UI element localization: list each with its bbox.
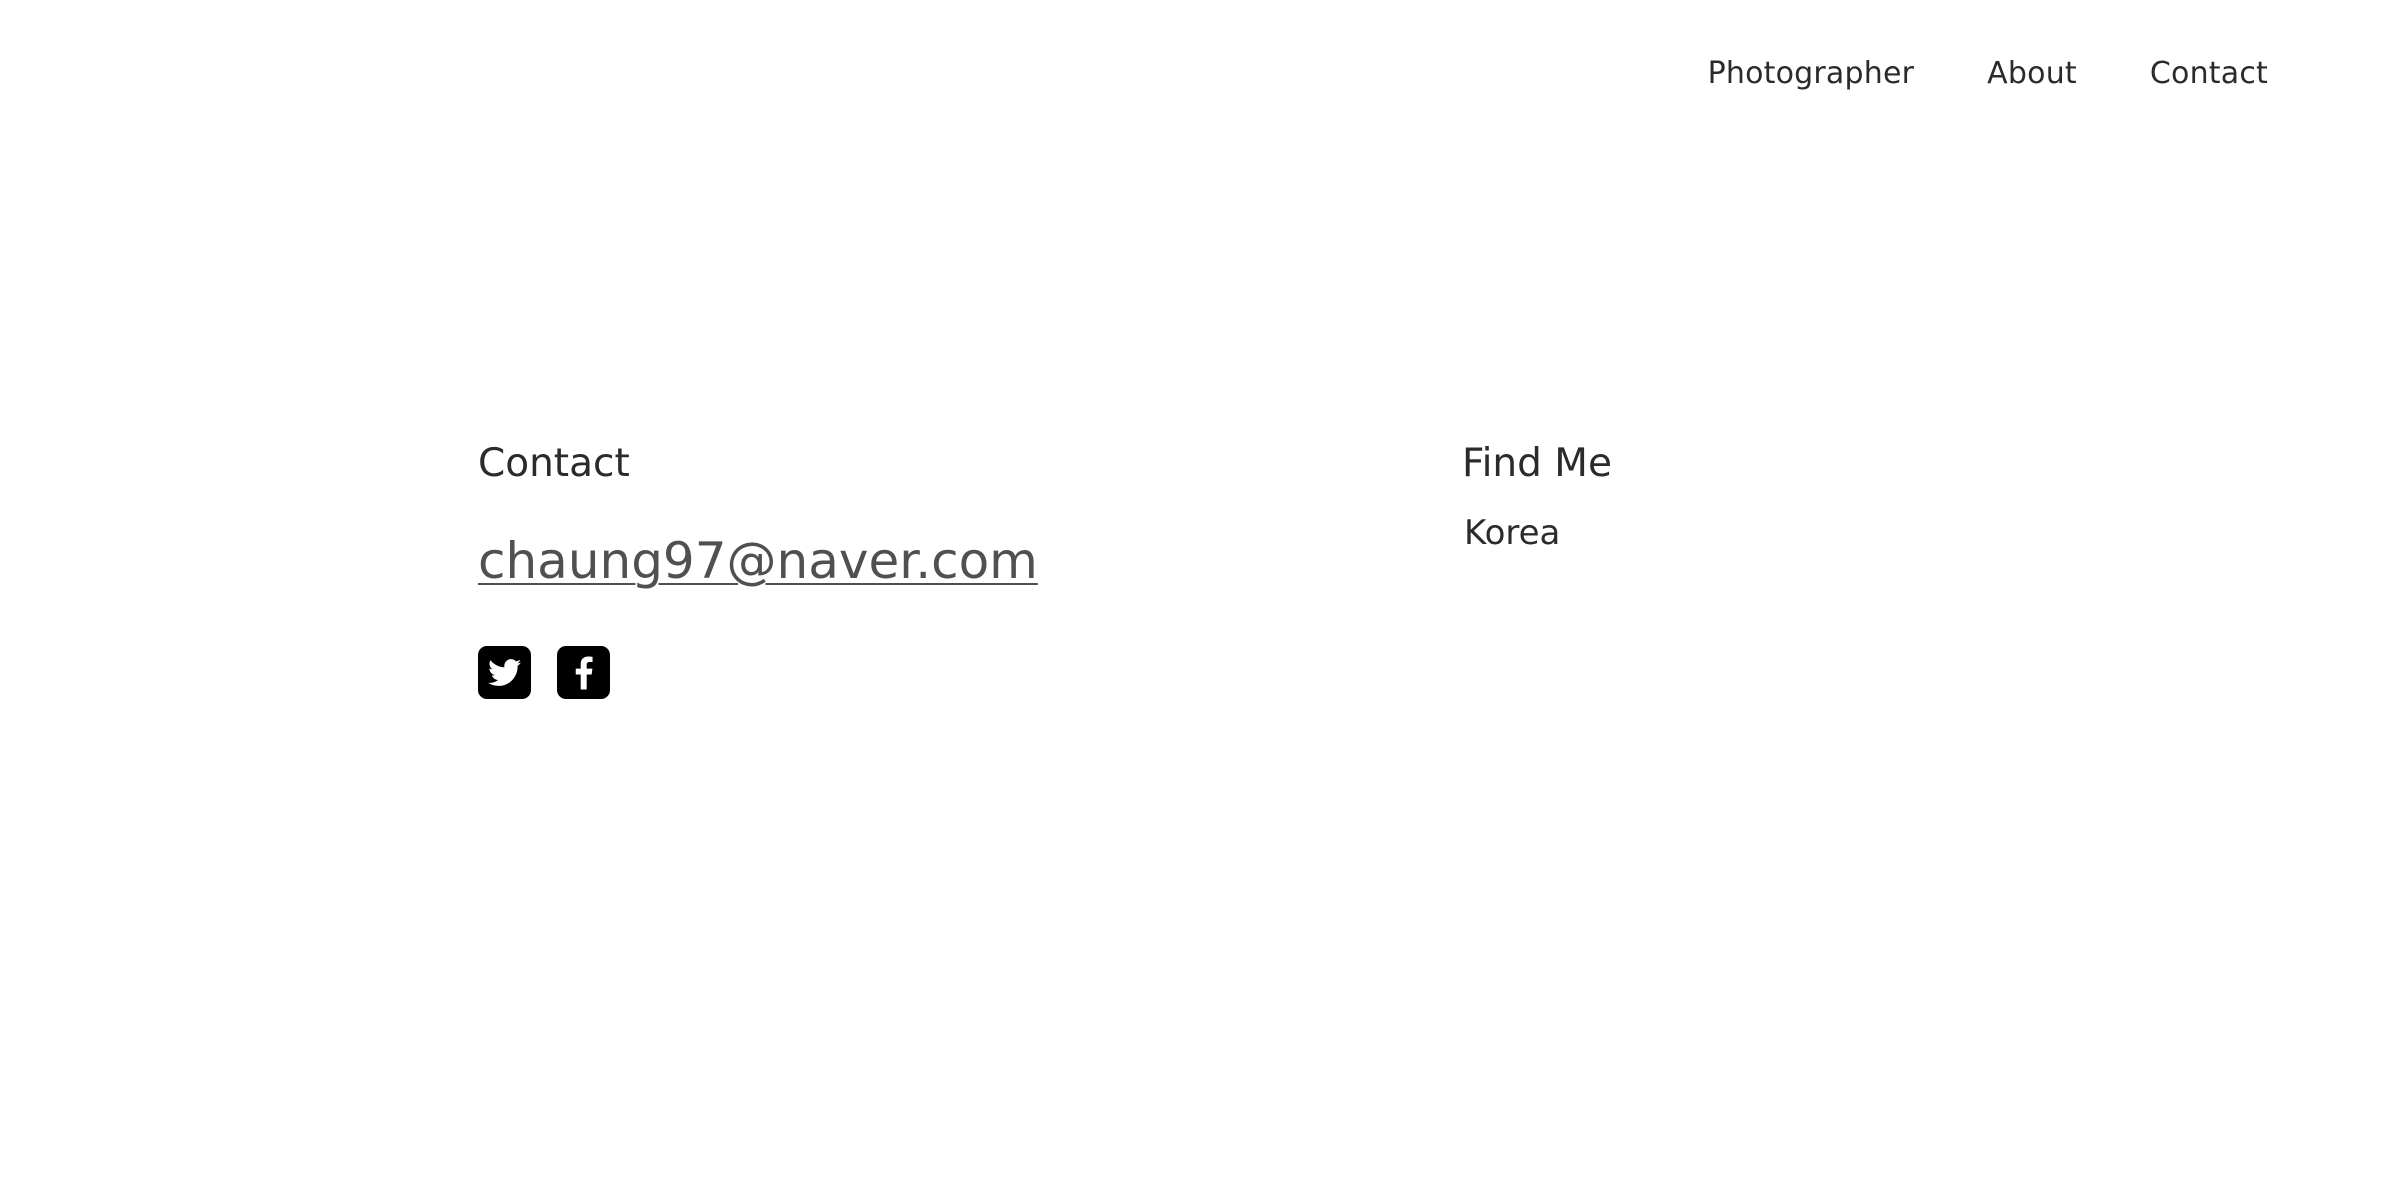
contact-section: Contact chaung97@naver.com — [478, 440, 1038, 699]
nav-link-about[interactable]: About — [1987, 56, 2077, 91]
nav-link-contact[interactable]: Contact — [2150, 56, 2268, 91]
page: Photographer About Contact Contact chaun… — [0, 0, 2400, 1200]
email-link[interactable]: chaung97@naver.com — [478, 530, 1038, 592]
facebook-icon — [575, 656, 593, 689]
location-text: Korea — [1464, 513, 1561, 553]
facebook-button[interactable] — [557, 646, 610, 699]
top-navigation: Photographer About Contact — [1708, 56, 2268, 91]
find-me-heading: Find Me — [1462, 441, 1612, 486]
nav-link-photographer[interactable]: Photographer — [1708, 56, 1915, 91]
twitter-button[interactable] — [478, 646, 531, 699]
contact-heading: Contact — [478, 441, 630, 486]
twitter-icon — [487, 658, 521, 686]
find-me-section: Find Me Korea — [1462, 440, 1612, 554]
social-links — [478, 646, 1038, 699]
